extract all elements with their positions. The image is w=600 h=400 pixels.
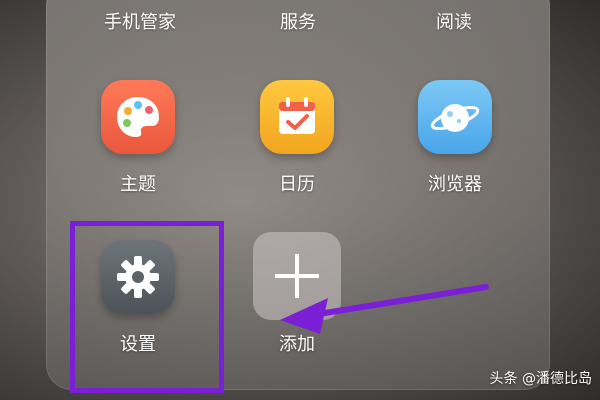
annotation-arrow	[280, 284, 489, 334]
watermark: 头条 @潘德比岛	[489, 371, 592, 387]
